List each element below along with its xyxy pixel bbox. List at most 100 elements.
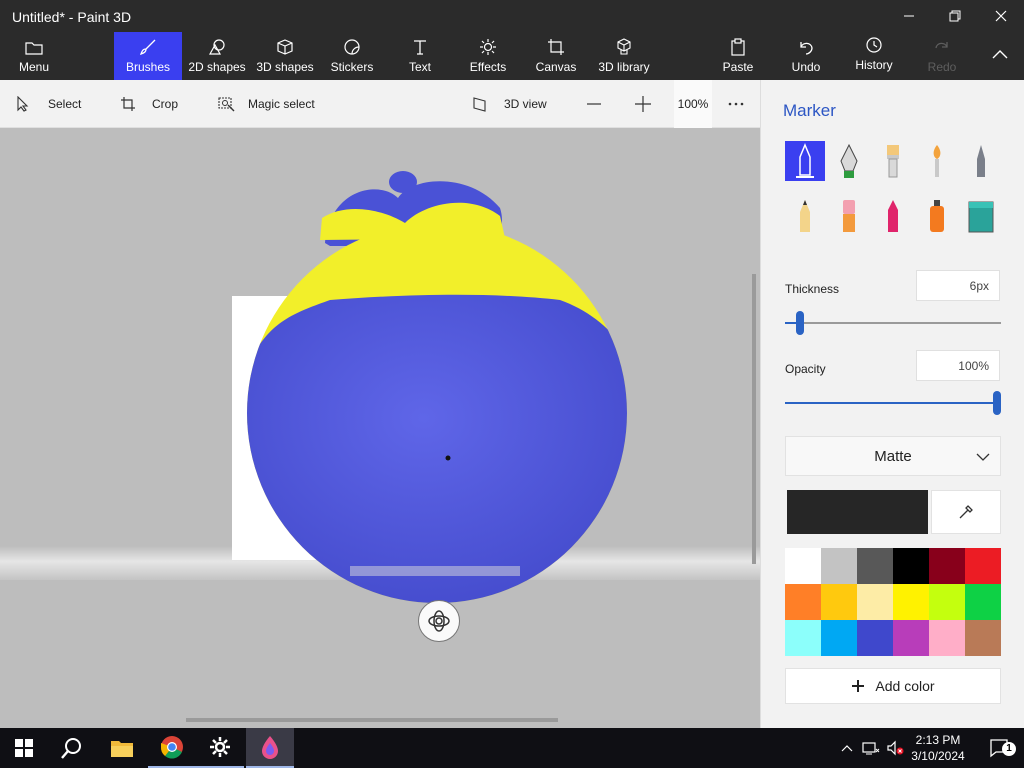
undo-label: Undo (791, 60, 821, 74)
show-hidden-icons-button[interactable] (836, 728, 858, 768)
tab-3d-library[interactable]: 3D library (596, 32, 652, 80)
spray-can-tool[interactable] (917, 196, 957, 236)
palette-swatch[interactable] (929, 548, 965, 584)
thickness-slider[interactable] (785, 311, 1001, 335)
search-button[interactable] (48, 728, 96, 768)
more-options-button[interactable] (728, 80, 756, 128)
thickness-input[interactable]: 6px (916, 270, 1000, 301)
restore-button[interactable] (932, 0, 978, 32)
tab-effects[interactable]: Effects (464, 32, 512, 80)
tab-brushes[interactable]: Brushes (114, 32, 182, 80)
palette-swatch[interactable] (893, 584, 929, 620)
palette-swatch[interactable] (857, 548, 893, 584)
add-color-label: Add color (875, 678, 935, 694)
palette-swatch[interactable] (857, 584, 893, 620)
pencil-icon (800, 200, 810, 232)
clock-date: 3/10/2024 (911, 749, 965, 763)
gear-icon (210, 737, 230, 757)
start-button[interactable] (0, 728, 48, 768)
marker-icon (796, 143, 814, 178)
tab-2d-shapes[interactable]: 2D shapes (186, 32, 248, 80)
taskbar-file-explorer[interactable] (98, 728, 146, 768)
tab-stickers[interactable]: Stickers (326, 32, 378, 80)
volume-status[interactable] (884, 728, 906, 768)
horizontal-scrollbar[interactable] (186, 718, 558, 722)
calligraphy-pen-tool[interactable] (829, 141, 869, 181)
tab-canvas[interactable]: Canvas (532, 32, 580, 80)
taskbar-paint-3d[interactable] (246, 728, 294, 768)
volume-muted-icon (887, 740, 904, 756)
oil-brush-tool[interactable] (873, 141, 913, 181)
marker-tool[interactable] (785, 141, 825, 181)
vertical-scrollbar[interactable] (752, 274, 756, 564)
zoom-in-button[interactable] (634, 80, 664, 128)
3d-view-button[interactable]: 3D view (472, 80, 547, 128)
close-button[interactable] (978, 0, 1024, 32)
rotate-object-button[interactable] (418, 600, 460, 642)
history-label: History (855, 58, 893, 72)
palette-swatch[interactable] (965, 584, 1001, 620)
eyedropper-button[interactable] (931, 490, 1001, 534)
eraser-tool[interactable] (829, 196, 869, 236)
palette-swatch[interactable] (821, 548, 857, 584)
2d-shapes-icon (208, 39, 225, 55)
windows-taskbar: 2:13 PM 3/10/2024 1 (0, 728, 1024, 768)
command-bar: Select Crop Magic select 3D view 100% (0, 80, 760, 128)
opacity-slider[interactable] (785, 391, 1001, 415)
palette-swatch[interactable] (785, 620, 821, 656)
palette-swatch[interactable] (821, 584, 857, 620)
magic-select-icon (218, 97, 235, 112)
undo-button[interactable]: Undo (784, 32, 828, 80)
palette-swatch[interactable] (821, 620, 857, 656)
fill-tool[interactable] (961, 196, 1001, 236)
palette-swatch[interactable] (893, 548, 929, 584)
zoom-out-button[interactable] (586, 80, 614, 128)
magic-select-button[interactable]: Magic select (218, 80, 315, 128)
redo-button[interactable]: Redo (920, 32, 964, 80)
palette-swatch[interactable] (785, 548, 821, 584)
palette-swatch[interactable] (965, 548, 1001, 584)
zoom-level[interactable]: 100% (674, 80, 712, 128)
add-color-button[interactable]: Add color (785, 668, 1001, 704)
current-color-swatch[interactable] (787, 490, 928, 534)
paste-button[interactable]: Paste (716, 32, 760, 80)
thickness-slider-thumb[interactable] (796, 311, 805, 335)
crayon-tool[interactable] (873, 196, 913, 236)
history-button[interactable]: History (850, 32, 898, 80)
search-icon (61, 738, 81, 759)
more-icon (728, 102, 744, 106)
paste-icon (731, 38, 745, 56)
watercolor-tool[interactable] (917, 141, 957, 181)
pencil-tool[interactable] (785, 196, 825, 236)
opacity-slider-thumb[interactable] (993, 391, 1001, 415)
minus-icon (587, 103, 601, 105)
collapse-ribbon-button[interactable] (984, 32, 1016, 80)
taskbar-chrome[interactable] (148, 728, 196, 768)
network-status[interactable] (860, 728, 882, 768)
palette-swatch[interactable] (929, 620, 965, 656)
scene-view[interactable] (0, 128, 760, 728)
taskbar-settings[interactable] (196, 728, 244, 768)
history-icon (866, 37, 882, 53)
crop-button[interactable]: Crop (120, 80, 178, 128)
chrome-icon (160, 736, 183, 759)
tab-3d-shapes[interactable]: 3D shapes (254, 32, 316, 80)
minimize-button[interactable] (886, 0, 932, 32)
canvas-area[interactable] (0, 128, 760, 728)
select-button[interactable]: Select (16, 80, 81, 128)
palette-swatch[interactable] (965, 620, 1001, 656)
menu-button[interactable]: Menu (10, 32, 58, 80)
file-explorer-icon (111, 741, 133, 757)
zoom-level-value: 100% (677, 97, 709, 111)
palette-swatch[interactable] (929, 584, 965, 620)
clock[interactable]: 2:13 PM 3/10/2024 (908, 732, 968, 764)
palette-swatch[interactable] (857, 620, 893, 656)
calligraphy-pen-icon (840, 143, 858, 178)
opacity-input[interactable]: 100% (916, 350, 1000, 381)
tab-text[interactable]: Text (400, 32, 440, 80)
finish-dropdown[interactable]: Matte (785, 436, 1001, 476)
pixel-pen-tool[interactable] (961, 141, 1001, 181)
action-center-button[interactable]: 1 (978, 728, 1020, 768)
palette-swatch[interactable] (893, 620, 929, 656)
palette-swatch[interactable] (785, 584, 821, 620)
